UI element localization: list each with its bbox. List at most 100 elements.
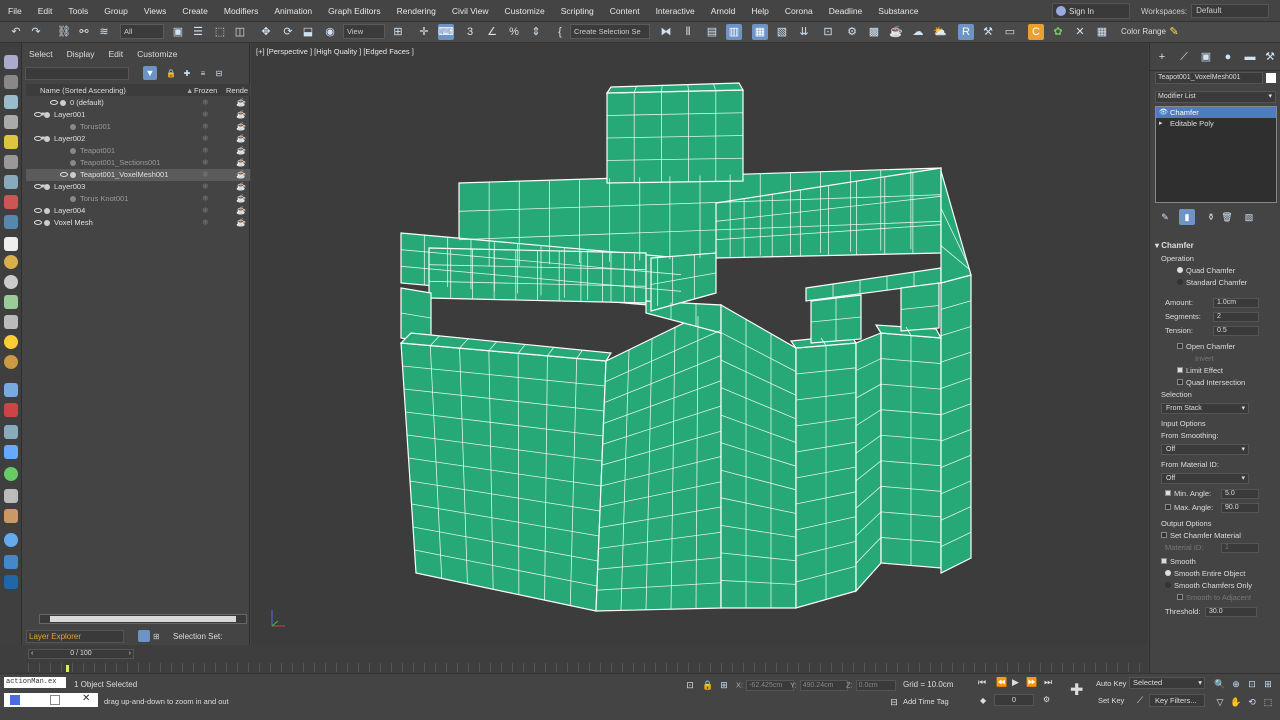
keyboard-shortcut-icon[interactable]: ⌨ — [438, 24, 454, 40]
column-name[interactable]: Name (Sorted Ascending) — [40, 86, 126, 95]
rect-selection-icon[interactable]: ⬚ — [212, 24, 228, 40]
maxscript-listener[interactable]: actionMan.ex — [4, 677, 66, 688]
scale-icon[interactable]: ⬓ — [300, 24, 316, 40]
close-icon[interactable]: ✕ — [82, 693, 90, 704]
smooth-adjacent-checkbox[interactable]: Smooth to Adjacent — [1155, 592, 1277, 604]
go-to-start-icon[interactable]: ⏮ — [978, 677, 986, 688]
scene-tree-row[interactable]: Teapot001 ❄ ☕ — [26, 145, 250, 157]
box-icon[interactable] — [4, 237, 18, 251]
freeze-icon[interactable]: ❄ — [202, 169, 209, 181]
select-object-icon[interactable]: ▣ — [170, 24, 186, 40]
prev-key-icon[interactable]: ⏪ — [996, 677, 1007, 688]
color-range-label[interactable]: Color Range — [1121, 27, 1166, 36]
auto-key-button[interactable]: Auto Key — [1096, 679, 1126, 688]
curve-editor-icon[interactable]: ▧ — [774, 24, 790, 40]
angle-snap-icon[interactable]: ∠ — [484, 24, 500, 40]
camera-icon[interactable] — [4, 155, 18, 169]
column-frozen[interactable]: Frozen — [194, 86, 217, 95]
menu-file[interactable]: File — [0, 6, 30, 16]
key-mode-icon[interactable]: ◆ — [980, 696, 986, 705]
next-frame-icon[interactable]: › — [129, 650, 131, 658]
display-icon[interactable] — [4, 175, 18, 189]
utilities-tab-icon[interactable]: ⚒ — [1262, 49, 1278, 65]
undo-icon[interactable]: ↶ — [8, 24, 24, 40]
visibility-eye-icon[interactable] — [34, 208, 42, 213]
sky-icon[interactable] — [4, 533, 18, 547]
quad-intersection-checkbox[interactable]: Quad Intersection — [1155, 377, 1277, 389]
redo-icon[interactable]: ↷ — [28, 24, 44, 40]
amount-spinner[interactable]: 1.0cm — [1213, 298, 1259, 308]
menu-edit[interactable]: Edit — [30, 6, 61, 16]
maxscript-mini-toolbar[interactable]: ✕ — [4, 693, 98, 707]
visibility-eye-icon[interactable] — [34, 112, 42, 117]
material-editor-icon[interactable]: ⊡ — [820, 24, 836, 40]
sun-icon[interactable] — [4, 335, 18, 349]
motion-tab-icon[interactable]: ● — [1220, 49, 1236, 65]
schematic-view-icon[interactable]: ⇊ — [796, 24, 812, 40]
window-icon[interactable] — [50, 695, 60, 705]
modifier-list-dropdown[interactable]: Modifier List ▾ — [1155, 91, 1276, 103]
modifier-stack-item[interactable]: 👁 Chamfer — [1156, 107, 1276, 118]
arnold-icon[interactable]: ✿ — [1050, 24, 1066, 40]
visibility-eye-icon[interactable] — [34, 184, 42, 189]
selection-filter-dropdown[interactable]: All — [120, 24, 164, 39]
freeze-icon[interactable]: ❄ — [202, 121, 209, 133]
globe-icon[interactable] — [4, 467, 18, 481]
teapot-icon[interactable] — [4, 275, 18, 289]
freeze-icon[interactable]: ❄ — [202, 193, 209, 205]
menu-group[interactable]: Group — [96, 6, 136, 16]
link-icon[interactable]: ⛓ — [56, 24, 72, 40]
make-unique-icon[interactable]: ⚱ — [1203, 209, 1219, 225]
menu-modifiers[interactable]: Modifiers — [216, 6, 266, 16]
scene-tree-row[interactable]: Voxel Mesh ❄ ☕ — [26, 217, 250, 229]
motion-icon[interactable] — [4, 115, 18, 129]
threshold-spinner[interactable]: 30.0 — [1205, 607, 1257, 617]
toggle-ribbon-icon[interactable]: ▦ — [752, 24, 768, 40]
render-online-icon[interactable]: ⛅ — [932, 24, 948, 40]
cone-icon[interactable] — [4, 315, 18, 329]
helper-icon[interactable] — [4, 383, 18, 397]
scene-tree-row[interactable]: 0 (default) ❄ ☕ — [26, 97, 250, 109]
renderable-icon[interactable]: ☕ — [236, 121, 246, 133]
sign-in-button[interactable]: Sign In — [1052, 3, 1130, 19]
lock-icon[interactable]: 🔒 — [163, 66, 179, 82]
create-tab-icon[interactable]: + — [1154, 49, 1170, 65]
pin-stack-icon[interactable]: ✎ — [1157, 209, 1173, 225]
explorer-tab-select[interactable]: Select — [22, 49, 60, 59]
visibility-eye-icon[interactable] — [60, 172, 68, 177]
water-icon[interactable] — [4, 555, 18, 569]
set-key-big-icon[interactable]: ✚ — [1070, 680, 1083, 700]
hierarchy-layers-icon[interactable]: ⊟ — [211, 66, 227, 82]
next-key-icon[interactable]: ⏩ — [1026, 677, 1037, 688]
select-by-name-icon[interactable]: ☰ — [190, 24, 206, 40]
corona-render-icon[interactable]: C — [1028, 24, 1044, 40]
scene-tree-row[interactable]: Torus001 ❄ ☕ — [26, 121, 250, 133]
viewport-layout-icon[interactable]: ▦ — [1094, 24, 1110, 40]
voxel-mesh-object[interactable] — [251, 43, 1148, 645]
prev-frame-icon[interactable]: ‹ — [31, 650, 33, 658]
spinner-snap-icon[interactable]: ⇕ — [528, 24, 544, 40]
light-icon[interactable] — [4, 135, 18, 149]
renderable-icon[interactable]: ☕ — [236, 205, 246, 217]
object-color-swatch[interactable] — [1266, 73, 1276, 83]
visibility-eye-icon[interactable] — [34, 136, 42, 141]
layer-manager-icon[interactable]: ▤ — [704, 24, 720, 40]
time-tag-icon[interactable]: ⊟ — [886, 694, 902, 710]
render-icon[interactable]: ☕ — [888, 24, 904, 40]
menu-substance[interactable]: Substance — [870, 6, 926, 16]
menu-rendering[interactable]: Rendering — [389, 6, 444, 16]
scene-search-input[interactable] — [25, 67, 129, 80]
menu-graph-editors[interactable]: Graph Editors — [320, 6, 388, 16]
open-chamfer-checkbox[interactable]: Open Chamfer — [1155, 341, 1277, 353]
hierarchy-icon[interactable] — [4, 95, 18, 109]
time-config-icon[interactable]: ⚙ — [1043, 695, 1050, 704]
pan-icon[interactable]: ✋ — [1228, 694, 1244, 710]
freeze-icon[interactable]: ❄ — [202, 133, 209, 145]
maxscript-icon[interactable] — [10, 695, 20, 705]
set-chamfer-material-checkbox[interactable]: Set Chamfer Material — [1155, 530, 1277, 542]
explorer-settings-icon[interactable]: ⊞ — [153, 632, 160, 641]
explorer-tab-display[interactable]: Display — [60, 49, 102, 59]
invert-checkbox[interactable]: Invert — [1155, 353, 1277, 365]
sphere-icon[interactable] — [4, 255, 18, 269]
bone-icon[interactable] — [4, 509, 18, 523]
